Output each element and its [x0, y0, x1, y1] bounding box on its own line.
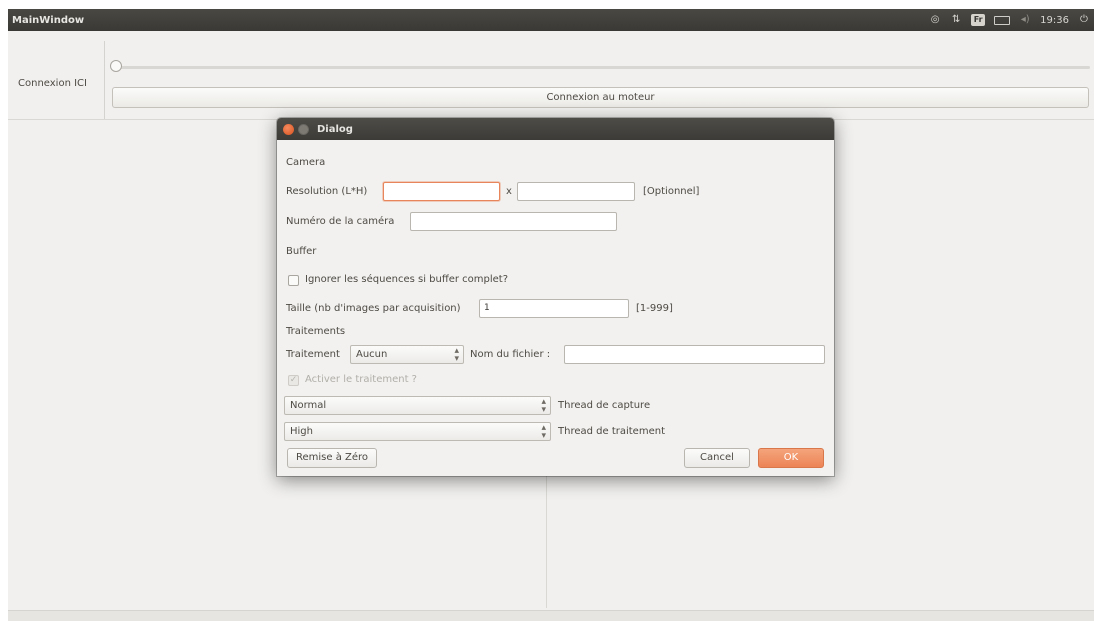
vertical-divider — [104, 41, 105, 119]
capture-priority-select[interactable]: Normal ▴ ▾ — [284, 396, 551, 415]
camera-number-input[interactable] — [410, 212, 617, 231]
updown-arrow-icon: ▴ ▾ — [454, 346, 459, 364]
resolution-width-input[interactable] — [383, 182, 500, 201]
capture-priority-value: Normal — [290, 400, 327, 411]
motor-connect-button[interactable]: Connexion au moteur — [112, 87, 1089, 108]
dialog-titlebar[interactable]: Dialog — [277, 118, 834, 140]
volume-icon[interactable]: ◂) — [1019, 14, 1031, 26]
top-panel: MainWindow ◎ ⇅ Fr ◂) 19:36 ⏻ — [8, 9, 1094, 31]
buffer-size-label: Taille (nb d'images par acquisition) — [286, 303, 461, 314]
slider-handle[interactable] — [110, 60, 122, 72]
updown-arrow-icon: ▴ ▾ — [541, 397, 546, 415]
system-tray: ◎ ⇅ Fr ◂) 19:36 ⏻ — [929, 9, 1094, 31]
resolution-height-input[interactable] — [517, 182, 635, 201]
buffer-size-input[interactable]: 1 — [479, 299, 629, 318]
updown-arrow-icon: ▴ ▾ — [541, 423, 546, 441]
keyboard-layout-indicator[interactable]: Fr — [971, 14, 986, 26]
ignore-sequences-checkbox[interactable] — [288, 275, 299, 286]
enable-processing-label[interactable]: Activer le traitement ? — [305, 374, 417, 385]
window-title: MainWindow — [12, 14, 85, 26]
processing-priority-value: High — [290, 426, 313, 437]
buffer-section-title: Buffer — [286, 246, 317, 257]
cancel-button[interactable]: Cancel — [684, 448, 750, 468]
capture-thread-label: Thread de capture — [558, 400, 651, 411]
enable-processing-checkbox[interactable]: ✓ — [288, 375, 299, 386]
network-transfer-icon[interactable]: ⇅ — [950, 14, 962, 26]
power-icon[interactable]: ⏻ — [1078, 14, 1090, 26]
resolution-x-label: x — [506, 186, 512, 197]
processing-select-value: Aucun — [356, 349, 388, 360]
dialog-title: Dialog — [317, 123, 353, 135]
processing-thread-label: Thread de traitement — [558, 426, 665, 437]
processing-select[interactable]: Aucun ▴ ▾ — [350, 345, 464, 364]
processing-priority-select[interactable]: High ▴ ▾ — [284, 422, 551, 441]
camera-section-title: Camera — [286, 157, 326, 168]
filename-input[interactable] — [564, 345, 825, 364]
status-bar — [8, 610, 1094, 621]
buffer-size-range: [1-999] — [636, 303, 673, 314]
processing-section-title: Traitements — [286, 326, 346, 337]
minimize-icon[interactable] — [298, 123, 309, 135]
reset-button[interactable]: Remise à Zéro — [287, 448, 377, 468]
battery-icon[interactable] — [994, 15, 1011, 25]
close-icon[interactable] — [283, 123, 294, 135]
resolution-label: Resolution (L*H) — [286, 186, 368, 197]
connection-label: Connexion ICI — [18, 78, 87, 89]
ignore-sequences-label[interactable]: Ignorer les séquences si buffer complet? — [305, 274, 508, 285]
processing-label: Traitement — [286, 349, 340, 360]
slider-track[interactable] — [114, 66, 1090, 69]
optional-label: [Optionnel] — [643, 186, 700, 197]
clock[interactable]: 19:36 — [1040, 15, 1069, 26]
camera-number-label: Numéro de la caméra — [286, 216, 395, 227]
chat-icon[interactable]: ◎ — [929, 14, 941, 26]
dialog-window: Dialog Camera Resolution (L*H) x [Option… — [277, 118, 834, 476]
filename-label: Nom du fichier : — [470, 349, 551, 360]
ok-button[interactable]: OK — [758, 448, 824, 468]
